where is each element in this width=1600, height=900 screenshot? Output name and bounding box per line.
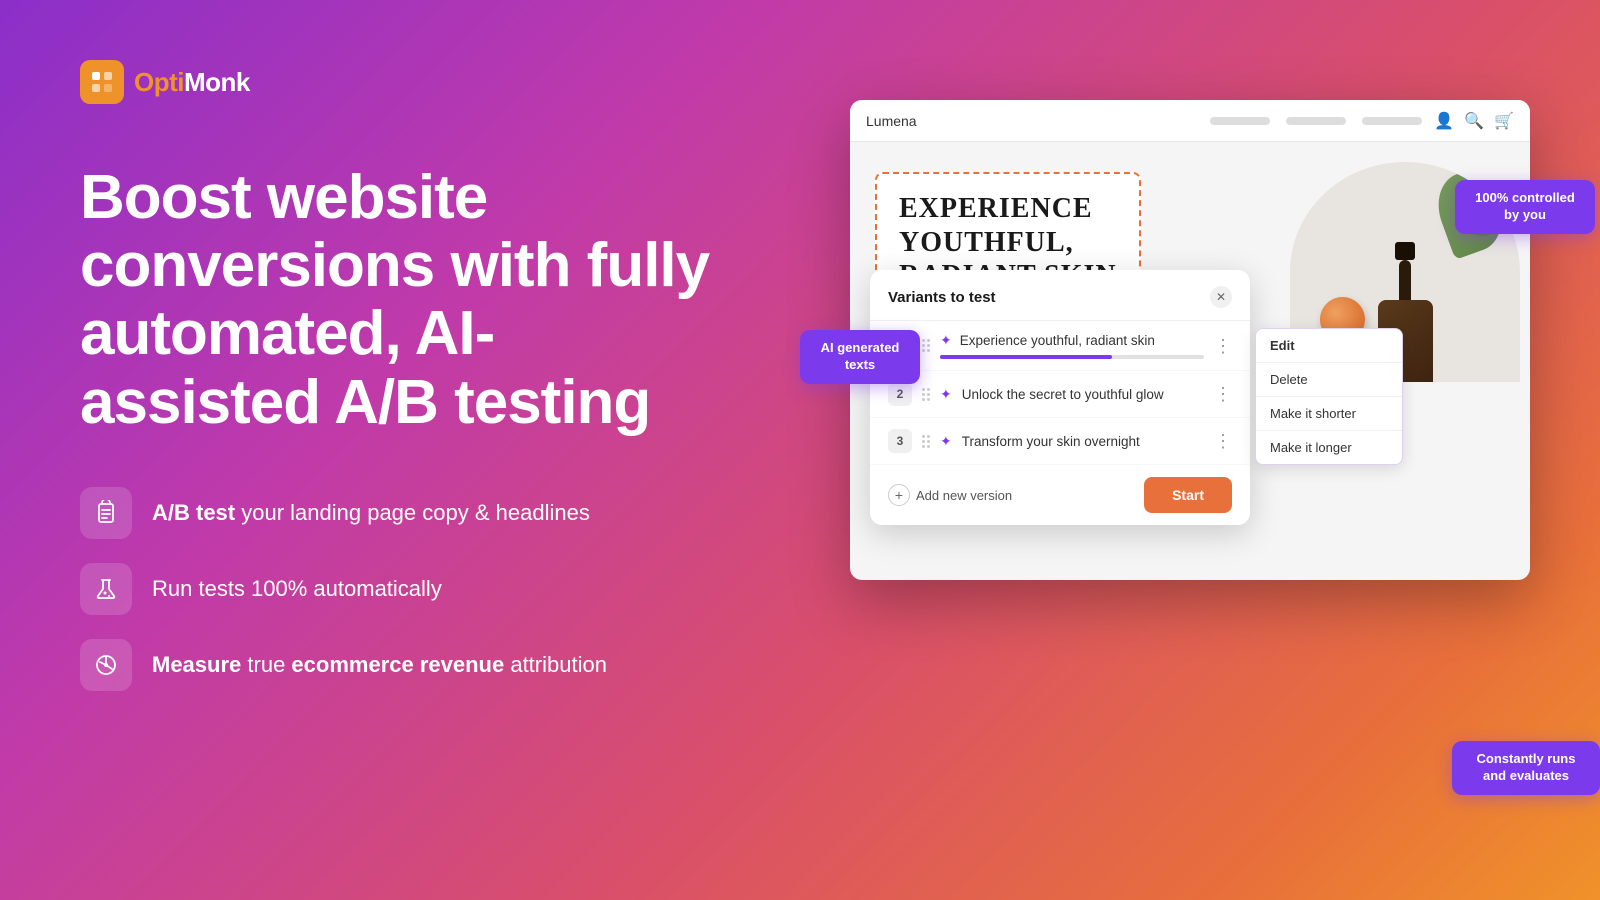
magic-icon-3: ✦ [940, 433, 952, 450]
nav-line [1286, 117, 1346, 125]
variant-row-1: 1 ✦ Experience youthful, radiant skin ⋮ [870, 321, 1250, 371]
callout-constantly: Constantly runs and evaluates [1452, 741, 1600, 795]
cart-icon: 🛒 [1494, 111, 1514, 131]
variants-panel: Variants to test ✕ 1 ✦ Experience youthf… [870, 270, 1250, 525]
variant-text-3: Transform your skin overnight [962, 434, 1204, 449]
magic-icon-2: ✦ [940, 386, 952, 403]
browser-navbar: Lumena 👤 🔍 🛒 [850, 100, 1530, 142]
left-panel: OptiMonk Boost website conversions with … [80, 60, 730, 691]
flask-icon-box [80, 563, 132, 615]
chart-icon-box [80, 639, 132, 691]
page-headline: Boost website conversions with fully aut… [80, 164, 730, 437]
clipboard-icon-box [80, 487, 132, 539]
bottle-cap [1395, 242, 1415, 260]
nav-line [1362, 117, 1422, 125]
feature-run-tests-text: Run tests 100% automatically [152, 576, 442, 602]
close-button[interactable]: ✕ [1210, 286, 1232, 308]
variants-header: Variants to test ✕ [870, 270, 1250, 321]
variant-text-2: Unlock the secret to youthful glow [962, 387, 1204, 402]
features-list: A/B test your landing page copy & headli… [80, 487, 730, 691]
logo-part1: Opti [134, 67, 184, 97]
bottle-dropper [1399, 260, 1411, 300]
context-menu-longer[interactable]: Make it longer [1256, 431, 1402, 464]
clipboard-icon [93, 500, 119, 526]
browser-icons: 👤 🔍 🛒 [1434, 111, 1514, 131]
nav-line [1210, 117, 1270, 125]
logo-part2: Monk [184, 67, 250, 97]
chart-icon [93, 652, 119, 678]
context-menu: Edit Delete Make it shorter Make it long… [1255, 328, 1403, 465]
variant-row-3: 3 ✦ Transform your skin overnight ⋮ [870, 418, 1250, 465]
variant-number-3: 3 [888, 429, 912, 453]
search-icon: 🔍 [1464, 111, 1484, 131]
drag-handle-3 [922, 435, 930, 448]
magic-icon-1: ✦ [940, 332, 952, 349]
start-button[interactable]: Start [1144, 477, 1232, 513]
feature-ab-test: A/B test your landing page copy & headli… [80, 487, 730, 539]
drag-handle-1 [922, 339, 930, 352]
variants-footer: + Add new version Start [870, 465, 1250, 525]
variant-more-3[interactable]: ⋮ [1214, 432, 1232, 450]
add-version-button[interactable]: + Add new version [888, 484, 1012, 506]
drag-handle-2 [922, 388, 930, 401]
add-icon: + [888, 484, 910, 506]
feature-measure: Measure true ecommerce revenue attributi… [80, 639, 730, 691]
add-version-label: Add new version [916, 488, 1012, 503]
variant-more-2[interactable]: ⋮ [1214, 385, 1232, 403]
variant-number-2: 2 [888, 382, 912, 406]
logo-text: OptiMonk [134, 67, 250, 98]
logo-area: OptiMonk [80, 60, 730, 104]
variant-more-1[interactable]: ⋮ [1214, 337, 1232, 355]
context-menu-edit[interactable]: Edit [1256, 329, 1402, 363]
feature-measure-text: Measure true ecommerce revenue attributi… [152, 652, 607, 678]
callout-ai-generated: AI generated texts [800, 330, 920, 384]
feature-ab-test-text: A/B test your landing page copy & headli… [152, 500, 590, 526]
right-panel: Lumena 👤 🔍 🛒 EXPERIENCE YOUTHFUL, RADIAN… [820, 40, 1600, 860]
variants-title: Variants to test [888, 289, 996, 306]
context-menu-delete[interactable]: Delete [1256, 363, 1402, 397]
context-menu-shorter[interactable]: Make it shorter [1256, 397, 1402, 431]
logo-icon [80, 60, 124, 104]
variant-text-1: Experience youthful, radiant skin [960, 333, 1204, 348]
user-icon: 👤 [1434, 111, 1454, 131]
browser-nav-lines [1210, 117, 1422, 125]
flask-icon [93, 576, 119, 602]
callout-controlled: 100% controlled by you [1455, 180, 1595, 234]
progress-bar-area-1 [940, 355, 1204, 359]
feature-run-tests: Run tests 100% automatically [80, 563, 730, 615]
browser-brand: Lumena [866, 113, 1198, 129]
variant-row-2: 2 ✦ Unlock the secret to youthful glow ⋮ [870, 371, 1250, 418]
